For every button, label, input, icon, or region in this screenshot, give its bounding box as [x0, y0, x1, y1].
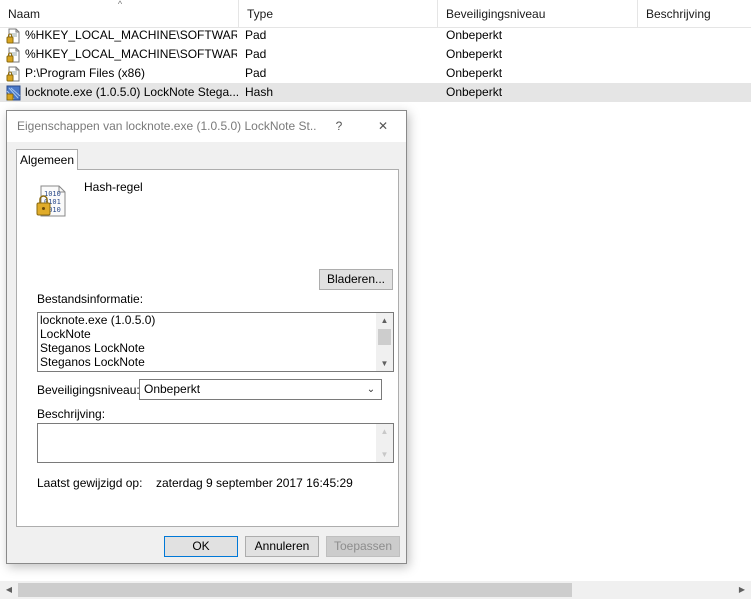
hash-rule-icon: 1010 0101 1010 — [36, 185, 66, 217]
scroll-right-icon[interactable]: ▶ — [733, 581, 751, 599]
rule-name: %HKEY_LOCAL_MACHINE\SOFTWAR... — [25, 47, 237, 61]
rule-type: Pad — [245, 47, 267, 61]
rule-security-level: Onbeperkt — [446, 28, 503, 42]
scroll-left-icon[interactable]: ◀ — [0, 581, 18, 599]
column-header-security-level[interactable]: Beveiligingsniveau — [438, 0, 638, 28]
last-modified-value: zaterdag 9 september 2017 16:45:29 — [156, 476, 353, 490]
dialog-titlebar[interactable]: Eigenschappen van locknote.exe (1.0.5.0)… — [7, 111, 406, 142]
apply-button[interactable]: Toepassen — [326, 536, 400, 557]
rule-type: Pad — [245, 28, 267, 42]
scrollbar-thumb[interactable] — [18, 583, 572, 597]
list-item[interactable]: P:\Program Files (x86) Pad Onbeperkt — [0, 64, 751, 83]
tab-general[interactable]: Algemeen — [16, 149, 78, 170]
description-field[interactable]: ▲ ▼ — [37, 423, 394, 463]
rule-type: Hash — [245, 85, 274, 99]
scroll-down-icon[interactable]: ▼ — [376, 356, 393, 371]
file-info-label: Bestandsinformatie: — [37, 292, 144, 306]
file-info-line: LockNote — [40, 327, 91, 341]
column-header-type[interactable]: Type — [239, 0, 438, 28]
rule-type-label: Hash-regel — [84, 180, 143, 194]
horizontal-scrollbar[interactable]: ◀ ▶ — [0, 581, 751, 599]
hash-rule-icon — [6, 85, 21, 101]
ok-button[interactable]: OK — [164, 536, 238, 557]
column-header-description[interactable]: Beschrijving — [638, 0, 751, 28]
rule-security-level: Onbeperkt — [446, 66, 503, 80]
chevron-down-icon: ⌄ — [366, 384, 376, 395]
column-header-name[interactable]: Naam — [0, 0, 239, 28]
file-info-line: Steganos LockNote — [40, 341, 145, 355]
browse-button[interactable]: Bladeren... — [319, 269, 393, 290]
tab-panel-general: 1010 0101 1010 Hash-regel Bladeren... Be… — [16, 169, 399, 527]
rule-security-level: Onbeperkt — [446, 85, 503, 99]
list-item[interactable]: %HKEY_LOCAL_MACHINE\SOFTWAR... Pad Onbep… — [0, 45, 751, 64]
rule-security-level: Onbeperkt — [446, 47, 503, 61]
list-header: ^ Naam Type Beveiligingsniveau Beschrijv… — [0, 0, 751, 28]
scroll-down-icon: ▼ — [380, 450, 389, 459]
scroll-up-icon[interactable]: ▲ — [376, 313, 393, 328]
file-info-line: Steganos LockNote — [40, 355, 145, 369]
path-rule-icon — [6, 47, 20, 63]
security-level-select[interactable]: Onbeperkt ⌄ — [139, 379, 382, 400]
properties-dialog: Eigenschappen van locknote.exe (1.0.5.0)… — [6, 110, 407, 564]
dialog-title: Eigenschappen van locknote.exe (1.0.5.0)… — [17, 119, 317, 133]
security-level-value: Onbeperkt — [144, 382, 201, 396]
rule-name: %HKEY_LOCAL_MACHINE\SOFTWAR... — [25, 28, 237, 42]
close-button[interactable]: ✕ — [368, 111, 398, 142]
path-rule-icon — [6, 66, 20, 82]
rule-name: locknote.exe (1.0.5.0) LockNote Stega... — [25, 85, 239, 99]
list-item[interactable]: %HKEY_LOCAL_MACHINE\SOFTWAR... Pad Onbep… — [0, 26, 751, 45]
rule-name: P:\Program Files (x86) — [25, 66, 146, 80]
file-info-list[interactable]: locknote.exe (1.0.5.0) LockNote Steganos… — [37, 312, 394, 372]
cancel-button[interactable]: Annuleren — [245, 536, 319, 557]
help-button[interactable]: ? — [324, 111, 354, 142]
rule-type: Pad — [245, 66, 267, 80]
path-rule-icon — [6, 28, 20, 44]
file-info-line: locknote.exe (1.0.5.0) — [40, 313, 156, 327]
description-scrollbar: ▲ ▼ — [376, 424, 393, 462]
security-level-label: Beveiligingsniveau: — [37, 383, 140, 397]
file-info-scrollbar[interactable]: ▲ ▼ — [376, 313, 393, 371]
scroll-up-icon: ▲ — [380, 427, 389, 436]
description-label: Beschrijving: — [37, 407, 106, 421]
list-item-selected[interactable]: locknote.exe (1.0.5.0) LockNote Stega...… — [0, 83, 751, 102]
last-modified-label: Laatst gewijzigd op: — [37, 476, 143, 490]
scrollbar-thumb[interactable] — [378, 329, 391, 345]
